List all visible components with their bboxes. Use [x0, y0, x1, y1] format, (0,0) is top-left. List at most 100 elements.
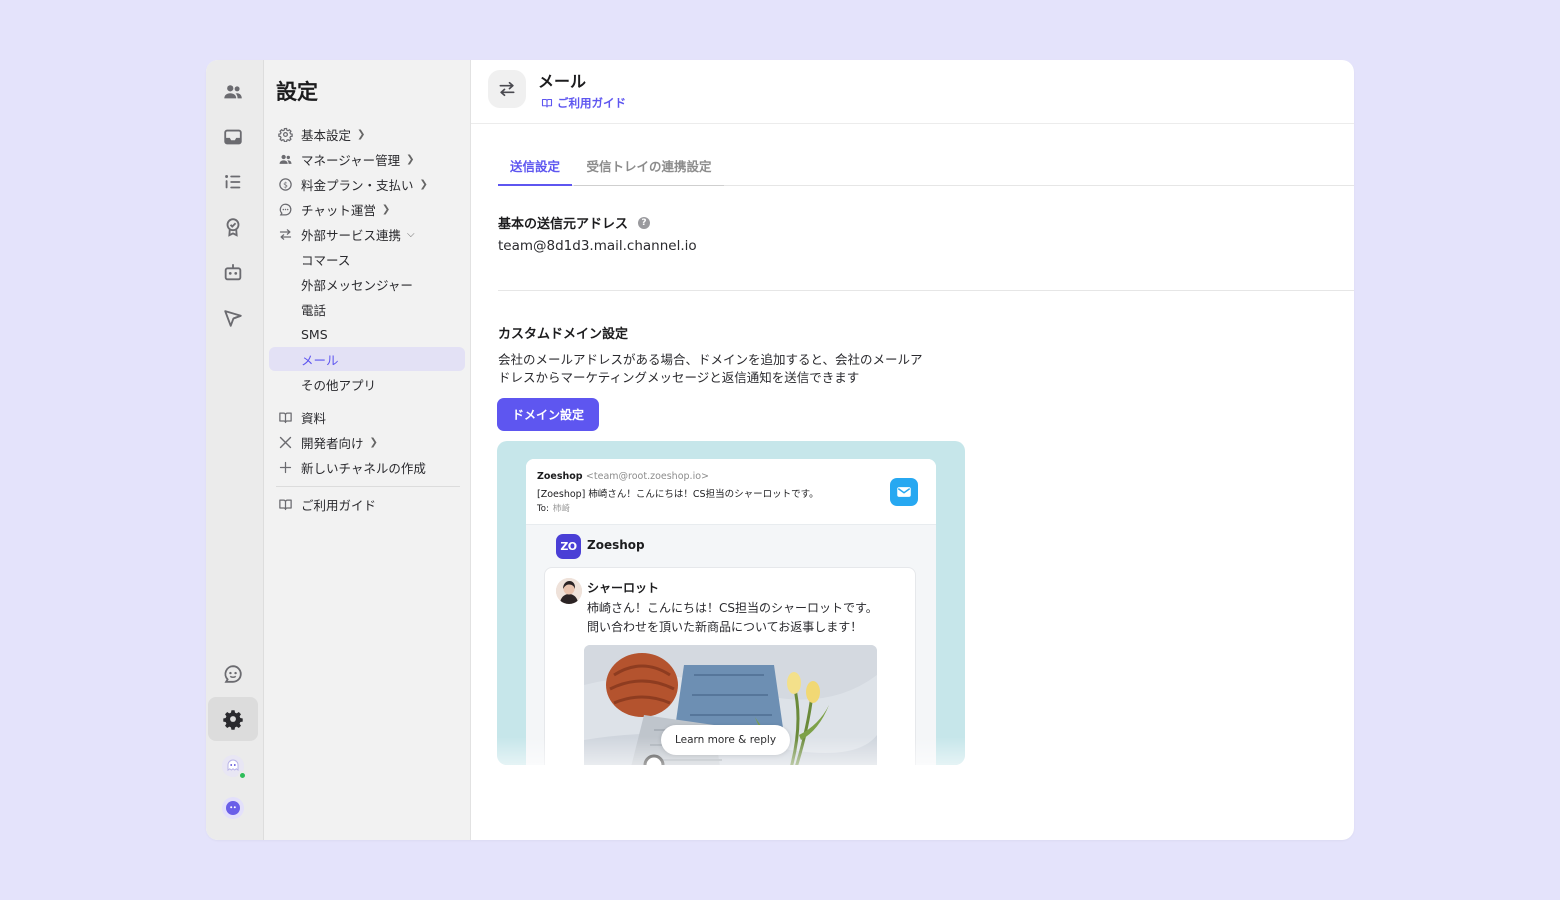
- rail-bot-button[interactable]: [208, 250, 258, 294]
- icon-rail: [206, 60, 264, 840]
- main-content: メール ご利用ガイド 送信設定 受信トレイの連携設定 基本の送信元アドレス ? …: [471, 60, 1354, 840]
- custom-domain-description: 会社のメールアドレスがある場合、ドメインを追加すると、会社のメールア ドレスから…: [498, 351, 968, 387]
- help-icon[interactable]: ?: [638, 216, 651, 229]
- sender-avatar: [556, 578, 582, 604]
- sidebar-item-label: メール: [301, 352, 339, 368]
- book-icon: [541, 98, 553, 108]
- domain-settings-button[interactable]: ドメイン設定: [497, 398, 599, 431]
- swap-icon: [488, 70, 526, 108]
- email-from-address: <team@root.zoeshop.io>: [585, 471, 709, 482]
- sidebar-item-chat-operation[interactable]: チャット運営 ❯: [269, 197, 465, 221]
- user-guide-link[interactable]: ご利用ガイド: [541, 95, 626, 111]
- people-icon: [277, 151, 293, 167]
- send-icon: [224, 310, 242, 327]
- custom-domain-description-line: 会社のメールアドレスがある場合、ドメインを追加すると、会社のメールア: [498, 352, 923, 367]
- tab-inbox-integration[interactable]: 受信トレイの連携設定: [574, 146, 724, 186]
- email-from: Zoeshop <team@root.zoeshop.io>: [537, 471, 709, 482]
- people-icon: [224, 85, 242, 99]
- mail-icon: [890, 478, 918, 506]
- message-text-line: 柿崎さん！こんにちは！CS担当のシャーロットです。: [587, 601, 878, 615]
- sidebar-item-label: 開発者向け: [301, 435, 364, 451]
- sidebar-item-phone[interactable]: 電話: [269, 297, 465, 321]
- sidebar-item-billing[interactable]: $ 料金プラン・支払い ❯: [269, 172, 465, 196]
- online-status-dot: [238, 771, 247, 780]
- settings-sidebar: 設定 基本設定 ❯ マネージャー管理 ❯ $ 料金プラン・支払い ❯ チャット運…: [264, 60, 471, 840]
- chevron-right-icon: ❯: [419, 178, 428, 190]
- badge-icon: [226, 218, 240, 237]
- sidebar-item-commerce[interactable]: コマース: [269, 247, 465, 271]
- sidebar-divider: [276, 486, 460, 487]
- sidebar-item-user-guide[interactable]: ご利用ガイド: [269, 492, 465, 516]
- sidebar-item-label: 外部サービス連携: [301, 227, 402, 243]
- email-to-name: 柿崎: [552, 504, 570, 514]
- chevron-right-icon: ❯: [406, 153, 415, 165]
- book-icon: [277, 496, 293, 512]
- rail-support-button[interactable]: [208, 652, 258, 696]
- sidebar-item-label: 資料: [301, 410, 327, 426]
- sidebar-item-email[interactable]: メール: [269, 347, 465, 371]
- sidebar-title: 設定: [276, 80, 318, 104]
- chevron-right-icon: ❯: [357, 128, 366, 140]
- sender-address-label-text: 基本の送信元アドレス: [498, 217, 629, 232]
- svg-text:$: $: [283, 180, 288, 189]
- rail-contacts-button[interactable]: [208, 70, 258, 114]
- support-icon: [224, 665, 242, 683]
- custom-domain-label: カスタムドメイン設定: [498, 327, 629, 342]
- rail-inbox-button[interactable]: [208, 115, 258, 159]
- sidebar-item-basic-settings[interactable]: 基本設定 ❯: [269, 122, 465, 146]
- sidebar-item-label: 新しいチャネルの作成: [301, 460, 426, 476]
- rail-badge-button[interactable]: [208, 205, 258, 249]
- sidebar-item-label: 電話: [301, 302, 327, 318]
- sidebar-item-label: 料金プラン・支払い: [301, 177, 414, 193]
- sidebar-item-label: SMS: [301, 326, 328, 342]
- sidebar-item-other-apps[interactable]: その他アプリ: [269, 372, 465, 396]
- brand-name: Zoeshop: [587, 538, 645, 552]
- message-text: 柿崎さん！こんにちは！CS担当のシャーロットです。 問い合わせを頂いた新商品につ…: [587, 599, 878, 637]
- sidebar-item-developers[interactable]: 開発者向け ❯: [269, 430, 465, 454]
- sidebar-item-messengers[interactable]: 外部メッセンジャー: [269, 272, 465, 296]
- gear-icon: [223, 710, 243, 730]
- sidebar-item-label: チャット運営: [301, 202, 376, 218]
- message-card: シャーロット 柿崎さん！こんにちは！CS担当のシャーロットです。 問い合わせを頂…: [544, 567, 916, 765]
- tab-send-settings[interactable]: 送信設定: [498, 146, 572, 186]
- message-text-line: 問い合わせを頂いた新商品についてお返事します！: [587, 620, 863, 634]
- sender-address-label: 基本の送信元アドレス ?: [498, 213, 651, 232]
- page-header: メール ご利用ガイド: [471, 60, 1354, 124]
- sidebar-item-label: 外部メッセンジャー: [301, 277, 413, 293]
- chevron-down-icon: ⌵: [407, 228, 415, 240]
- sidebar-item-integrations[interactable]: 外部サービス連携 ⌵: [269, 222, 465, 246]
- sidebar-item-managers[interactable]: マネージャー管理 ❯: [269, 147, 465, 171]
- chat-icon: [277, 201, 293, 217]
- sidebar-item-label: ご利用ガイド: [301, 497, 377, 513]
- inbox-icon: [224, 129, 242, 145]
- email-to: To: 柿崎: [537, 502, 570, 514]
- sidebar-item-documents[interactable]: 資料: [269, 405, 465, 429]
- plus-icon: [277, 459, 293, 475]
- tools-icon: [277, 434, 293, 450]
- user-guide-label: ご利用ガイド: [557, 96, 626, 110]
- brand-logo: ZO: [556, 534, 581, 559]
- email-body: ZO Zoeshop シャーロット 柿崎さん！こんにちは！CS担当のシャーロット…: [526, 525, 936, 765]
- email-preview: Zoeshop <team@root.zoeshop.io> [Zoeshop]…: [497, 441, 965, 765]
- email-preview-card: Zoeshop <team@root.zoeshop.io> [Zoeshop]…: [526, 459, 936, 765]
- sender-address-value: team@8d1d3.mail.channel.io: [498, 238, 697, 254]
- sidebar-item-new-channel[interactable]: 新しいチャネルの作成: [269, 455, 465, 479]
- user-avatar[interactable]: [222, 797, 244, 819]
- chevron-right-icon: ❯: [369, 436, 378, 448]
- sidebar-item-sms[interactable]: SMS: [269, 322, 465, 346]
- workspace-avatar[interactable]: [222, 755, 247, 780]
- rail-campaign-button[interactable]: [208, 296, 258, 340]
- email-from-name: Zoeshop: [537, 471, 583, 482]
- rail-settings-button[interactable]: [208, 697, 258, 741]
- preview-fade: [497, 737, 965, 765]
- person-avatar-icon: [556, 578, 582, 604]
- app-window: 設定 基本設定 ❯ マネージャー管理 ❯ $ 料金プラン・支払い ❯ チャット運…: [206, 60, 1354, 840]
- sidebar-item-label: コマース: [301, 252, 351, 268]
- user-avatar-icon: [222, 797, 244, 819]
- custom-domain-description-line: ドレスからマーケティングメッセージと返信通知を送信できます: [498, 370, 860, 385]
- email-to-label: To:: [537, 504, 549, 514]
- sidebar-item-label: その他アプリ: [301, 377, 377, 393]
- sidebar-item-label: 基本設定: [301, 127, 352, 143]
- email-header: Zoeshop <team@root.zoeshop.io> [Zoeshop]…: [526, 459, 936, 525]
- rail-list-button[interactable]: [208, 160, 258, 204]
